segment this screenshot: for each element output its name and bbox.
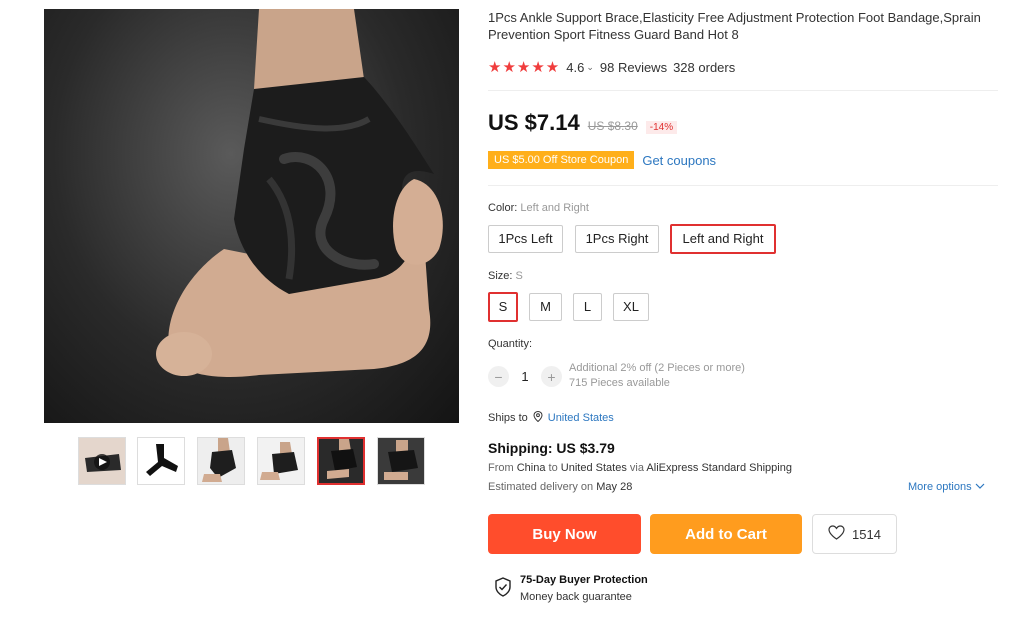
heart-icon xyxy=(828,525,845,543)
shipping-route: From China to United States via AliExpre… xyxy=(488,462,792,474)
wishlist-count: 1514 xyxy=(852,526,881,542)
color-option-1pcs-right[interactable]: 1Pcs Right xyxy=(575,225,659,253)
thumbnail-4[interactable] xyxy=(257,437,305,485)
get-coupons-link[interactable]: Get coupons xyxy=(642,153,716,168)
store-coupon-tag[interactable]: US $5.00 Off Store Coupon xyxy=(488,151,635,169)
ships-to-row: Ships to United States xyxy=(488,410,614,425)
thumbnail-6[interactable] xyxy=(377,437,425,485)
more-shipping-options-link[interactable]: More options xyxy=(908,481,985,493)
thumbnail-1[interactable] xyxy=(78,437,126,485)
product-main-image[interactable] xyxy=(44,9,459,423)
discount-badge: -14% xyxy=(645,121,678,134)
star-rating-icon: ★★★★★ xyxy=(488,59,561,76)
quantity-increase-button[interactable]: + xyxy=(541,366,562,387)
size-selected-value: S xyxy=(515,270,523,282)
size-option-l[interactable]: L xyxy=(573,293,602,321)
buy-now-button[interactable]: Buy Now xyxy=(488,514,641,554)
add-to-cart-button[interactable]: Add to Cart xyxy=(650,514,802,554)
rating-value: 4.6 xyxy=(566,59,585,75)
size-option-xl[interactable]: XL xyxy=(613,293,649,321)
quantity-label: Quantity: xyxy=(488,338,533,350)
size-label: Size: S xyxy=(488,270,523,282)
color-selected-value: Left and Right xyxy=(520,202,589,214)
wishlist-button[interactable]: 1514 xyxy=(812,514,897,554)
size-option-s[interactable]: S xyxy=(488,292,518,322)
divider xyxy=(488,185,998,186)
brace-side-image xyxy=(258,438,304,484)
quantity-info: Additional 2% off (2 Pieces or more) 715… xyxy=(569,361,745,391)
thumbnail-5-selected[interactable] xyxy=(317,437,365,485)
thumbnail-2[interactable] xyxy=(137,437,185,485)
buyer-protection-title: 75-Day Buyer Protection xyxy=(520,574,648,586)
shield-check-icon xyxy=(494,577,512,602)
estimated-delivery: Estimated delivery on May 28 xyxy=(488,481,633,493)
brace-flat-image xyxy=(138,438,184,484)
current-price: US $7.14 xyxy=(488,110,580,135)
price-row: US $7.14 US $8.30 -14% xyxy=(488,110,678,136)
chevron-down-icon xyxy=(975,481,985,493)
pieces-available-text: 715 Pieces available xyxy=(569,377,670,389)
thumbnail-3[interactable] xyxy=(197,437,245,485)
size-option-m[interactable]: M xyxy=(529,293,562,321)
divider xyxy=(488,90,998,91)
brace-dark-image xyxy=(319,439,363,483)
orders-count: 328 orders xyxy=(673,59,736,75)
color-option-1pcs-left[interactable]: 1Pcs Left xyxy=(488,225,563,253)
chevron-down-icon[interactable]: ⌄ xyxy=(586,62,594,73)
quantity-stepper: − 1 + xyxy=(488,366,562,387)
original-price: US $8.30 xyxy=(587,119,638,133)
buyer-protection-subtitle: Money back guarantee xyxy=(520,591,632,603)
brace-closeup-image xyxy=(378,438,424,484)
color-label: Color: Left and Right xyxy=(488,202,589,214)
quantity-decrease-button[interactable]: − xyxy=(488,366,509,387)
reviews-link[interactable]: 98 Reviews xyxy=(600,60,667,75)
color-option-left-and-right[interactable]: Left and Right xyxy=(670,224,776,254)
video-play-icon xyxy=(79,438,125,484)
brace-worn-image xyxy=(198,438,244,484)
location-pin-icon xyxy=(533,410,543,425)
bulk-discount-text: Additional 2% off (2 Pieces or more) xyxy=(569,362,745,374)
shipping-price: Shipping: US $3.79 xyxy=(488,440,615,456)
rating-row: ★★★★★ 4.6 ⌄ 98 Reviews 328 orders xyxy=(488,58,735,76)
quantity-value[interactable]: 1 xyxy=(509,369,541,384)
ankle-brace-photo xyxy=(156,9,443,378)
product-title: 1Pcs Ankle Support Brace,Elasticity Free… xyxy=(488,10,981,42)
coupon-row: US $5.00 Off Store Coupon Get coupons xyxy=(488,151,716,169)
ship-to-country-link[interactable]: United States xyxy=(548,412,614,424)
